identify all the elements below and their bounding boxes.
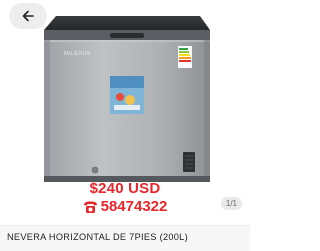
telephone-icon xyxy=(83,200,98,214)
phone-number: 58474322 xyxy=(100,198,168,215)
price-overlay: $240 USD xyxy=(89,180,161,197)
arrow-left-icon xyxy=(21,9,35,23)
product-title: NEVERA HORIZONTAL DE 7PIES (200L) xyxy=(7,232,188,242)
brand-logo: MILEXUS xyxy=(64,51,91,57)
phone-overlay: 58474322 xyxy=(0,198,250,215)
image-gallery[interactable]: MILEXUS $240 USD 58474322 1/1 xyxy=(0,0,250,225)
back-button[interactable] xyxy=(9,3,47,29)
image-counter: 1/1 xyxy=(220,197,242,210)
